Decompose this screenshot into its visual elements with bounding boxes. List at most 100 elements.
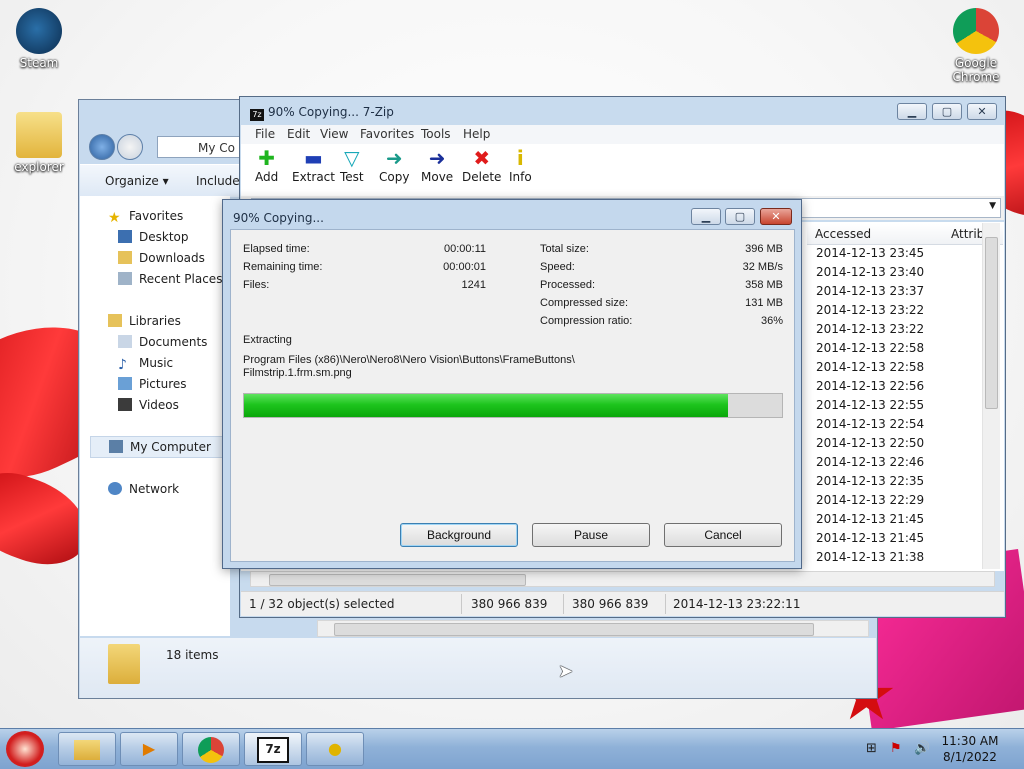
nav-libraries[interactable]: Libraries	[108, 311, 181, 331]
network-tray-icon[interactable]: ⊞	[866, 741, 877, 756]
nav-label: Documents	[139, 335, 208, 349]
column-attrib[interactable]: Attrib	[951, 227, 984, 241]
music-icon: ♪	[118, 357, 127, 373]
nav-pictures[interactable]: Pictures	[118, 374, 187, 394]
table-row[interactable]: 2014-12-13 22:50	[816, 436, 924, 450]
menu-favorites[interactable]: Favorites	[360, 127, 414, 141]
speed-value: 32 MB/s	[742, 261, 783, 273]
remaining-value: 00:00:01	[443, 261, 486, 273]
menu-edit[interactable]: Edit	[287, 127, 310, 141]
vertical-scrollbar[interactable]	[982, 223, 1000, 569]
table-row[interactable]: 2014-12-13 22:54	[816, 417, 924, 431]
forward-button[interactable]	[117, 134, 143, 160]
table-row[interactable]: 2014-12-13 22:46	[816, 455, 924, 469]
elapsed-label: Elapsed time:	[243, 243, 310, 255]
table-row[interactable]: 2014-12-13 22:58	[816, 360, 924, 374]
menu-help[interactable]: Help	[463, 127, 490, 141]
volume-icon[interactable]: 🔊	[914, 741, 930, 756]
menu-view[interactable]: View	[320, 127, 348, 141]
start-button[interactable]	[6, 731, 44, 767]
add-button[interactable]: ✚ Add	[255, 146, 278, 184]
nav-recent-places[interactable]: Recent Places	[118, 269, 222, 289]
table-row[interactable]: 2014-12-13 23:22	[816, 322, 924, 336]
nav-favorites[interactable]: ★ Favorites	[108, 206, 183, 226]
tool-label: Move	[421, 170, 454, 184]
close-button[interactable]: ✕	[967, 103, 997, 120]
table-row[interactable]: 2014-12-13 21:38	[816, 550, 924, 564]
table-row[interactable]: 2014-12-13 23:37	[816, 284, 924, 298]
folder-icon	[108, 644, 140, 684]
desktop-icon-label: Google Chrome	[952, 56, 1000, 84]
speed-label: Speed:	[540, 261, 575, 273]
table-row[interactable]: 2014-12-13 22:55	[816, 398, 924, 412]
move-button[interactable]: ➜ Move	[421, 146, 453, 184]
table-row[interactable]: 2014-12-13 23:22	[816, 303, 924, 317]
table-row[interactable]: 2014-12-13 22:58	[816, 341, 924, 355]
extract-icon: ▬	[304, 146, 323, 170]
tool-label: Info	[509, 170, 532, 184]
files-value: 1241	[461, 279, 486, 291]
cancel-button[interactable]: Cancel	[664, 523, 782, 547]
copy-button[interactable]: ➜ Copy	[379, 146, 409, 184]
nav-documents[interactable]: Documents	[118, 332, 207, 352]
videos-icon	[118, 398, 132, 411]
nav-my-computer[interactable]: My Computer	[90, 436, 238, 458]
scroll-thumb[interactable]	[334, 623, 814, 636]
nav-music[interactable]: ♪ Music	[118, 353, 173, 373]
nav-desktop[interactable]: Desktop	[118, 227, 189, 247]
table-row[interactable]: 2014-12-13 22:56	[816, 379, 924, 393]
pause-button[interactable]: Pause	[532, 523, 650, 547]
chevron-down-icon[interactable]: ▼	[989, 201, 996, 211]
taskbar-messenger[interactable]: ●	[306, 732, 364, 766]
extract-button[interactable]: ▬ Extract	[292, 146, 335, 184]
item-count: 18 items	[166, 648, 219, 662]
column-accessed[interactable]: Accessed	[815, 227, 871, 241]
scroll-thumb[interactable]	[985, 237, 998, 409]
table-row[interactable]: 2014-12-13 22:35	[816, 474, 924, 488]
table-row[interactable]: 2014-12-13 23:45	[816, 246, 924, 260]
table-row[interactable]: 2014-12-13 23:40	[816, 265, 924, 279]
taskbar-7zip[interactable]: 7z	[244, 732, 302, 766]
elapsed-value: 00:00:11	[443, 243, 486, 255]
menu-bar: File Edit View Favorites Tools Help	[241, 125, 1004, 144]
scroll-thumb[interactable]	[269, 574, 526, 586]
table-row[interactable]: 2014-12-13 21:45	[816, 531, 924, 545]
tool-label: Delete	[462, 170, 502, 184]
close-button[interactable]: ✕	[760, 208, 792, 225]
background-button[interactable]: Background	[400, 523, 518, 547]
maximize-button[interactable]: ▢	[932, 103, 962, 120]
organize-button[interactable]: Organize ▾	[105, 174, 169, 188]
horizontal-scrollbar[interactable]	[250, 571, 995, 587]
pictures-icon	[118, 377, 132, 390]
nav-downloads[interactable]: Downloads	[118, 248, 205, 268]
nav-videos[interactable]: Videos	[118, 395, 179, 415]
taskbar-media-player[interactable]: ▶	[120, 732, 178, 766]
status-separator	[461, 594, 462, 614]
desktop-icon-chrome[interactable]: Google Chrome	[940, 8, 1012, 84]
current-path-line1: Program Files (x86)\Nero\Nero8\Nero Visi…	[243, 354, 575, 366]
desktop-icon-steam[interactable]: Steam	[4, 8, 74, 70]
minimize-button[interactable]: ▁	[897, 103, 927, 120]
nav-label: Pictures	[139, 377, 187, 391]
clock-date: 8/1/2022	[943, 750, 997, 764]
table-row[interactable]: 2014-12-13 21:45	[816, 512, 924, 526]
taskbar-chrome[interactable]	[182, 732, 240, 766]
back-button[interactable]	[89, 134, 115, 160]
menu-tools[interactable]: Tools	[421, 127, 451, 141]
desktop-icon-label: explorer	[14, 160, 64, 174]
add-icon: ✚	[258, 146, 275, 170]
clock[interactable]: 11:30 AM 8/1/2022	[930, 733, 1010, 765]
menu-file[interactable]: File	[255, 127, 275, 141]
taskbar-explorer[interactable]	[58, 732, 116, 766]
maximize-button[interactable]: ▢	[725, 208, 755, 225]
action-center-icon[interactable]: ⚑	[890, 741, 902, 756]
desktop-icon-explorer[interactable]: explorer	[4, 112, 74, 174]
table-row[interactable]: 2014-12-13 22:29	[816, 493, 924, 507]
minimize-button[interactable]: ▁	[691, 208, 721, 225]
folder-icon	[74, 739, 100, 760]
explorer-horizontal-scrollbar[interactable]	[317, 620, 869, 637]
info-button[interactable]: i Info	[509, 146, 532, 184]
nav-network[interactable]: Network	[108, 479, 179, 499]
test-button[interactable]: ▽ Test	[340, 146, 364, 184]
delete-button[interactable]: ✖ Delete	[462, 146, 501, 184]
